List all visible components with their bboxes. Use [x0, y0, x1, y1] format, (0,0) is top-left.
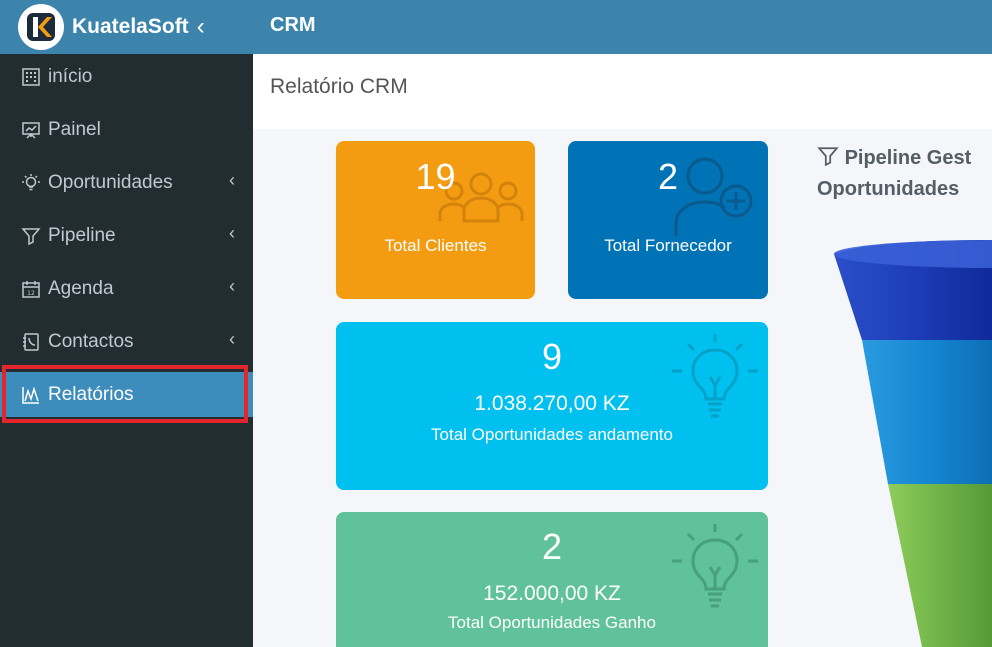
brand[interactable]: KuatelaSoft ‹ [0, 0, 253, 54]
brand-name: KuatelaSoft [72, 15, 189, 38]
card-amount: 1.038.270,00 KZ [474, 392, 630, 415]
top-header: KuatelaSoft ‹ CRM [0, 0, 992, 54]
module-title: CRM [270, 14, 316, 36]
funnel-icon [817, 147, 845, 169]
card-value: 2 [541, 526, 563, 567]
address-book-icon [20, 331, 42, 353]
presentation-icon [20, 119, 42, 141]
sidebar-item-pipeline[interactable]: Pipeline ‹ [0, 213, 253, 258]
sidebar-item-label: início [48, 65, 93, 87]
funnel-segment-3 [888, 484, 992, 647]
card-value: 19 [415, 156, 456, 197]
kuatela-logo-icon [27, 13, 55, 41]
card-label: Total Fornecedor [604, 236, 732, 255]
sidebar-item-label: Relatórios [48, 383, 134, 405]
card-oportunidades-ganho[interactable]: 2 152.000,00 KZ Total Oportunidades Ganh… [336, 512, 768, 647]
funnel-segment-2 [862, 340, 992, 484]
sidebar-item-agenda[interactable]: 12 Agenda ‹ [0, 266, 253, 311]
card-value: 9 [541, 336, 563, 377]
card-label: Total Oportunidades andamento [431, 425, 673, 444]
sidebar-item-label: Pipeline [48, 224, 116, 246]
funnel-icon [20, 225, 42, 247]
lightbulb-icon [20, 172, 42, 194]
content-header: Relatório CRM [253, 54, 992, 129]
sidebar-item-label: Oportunidades [48, 171, 173, 193]
card-total-fornecedor[interactable]: 2 Total Fornecedor [568, 141, 768, 299]
chevron-left-icon: ‹ [229, 329, 235, 349]
pipeline-title: Pipeline Gest Oportunidades [817, 143, 992, 205]
card-oportunidades-andamento[interactable]: 9 1.038.270,00 KZ Total Oportunidades an… [336, 322, 768, 490]
page-title: Relatório CRM [270, 75, 408, 98]
sidebar: início Painel Oportunidades ‹ Pipeline ‹… [0, 54, 253, 647]
chevron-left-icon: ‹ [229, 223, 235, 243]
card-total-clientes[interactable]: 19 Total Clientes [336, 141, 535, 299]
sidebar-item-painel[interactable]: Painel [0, 107, 253, 152]
building-icon [20, 66, 42, 88]
chevron-left-icon: ‹ [229, 170, 235, 190]
card-value: 2 [657, 156, 679, 197]
sidebar-item-label: Painel [48, 118, 101, 140]
card-label: Total Clientes [384, 236, 487, 255]
pipeline-funnel-chart [834, 240, 992, 647]
pipeline-title-line1: Pipeline Gest [844, 147, 972, 169]
sidebar-item-contactos[interactable]: Contactos ‹ [0, 319, 253, 364]
sidebar-item-label: Agenda [48, 277, 114, 299]
sidebar-item-oportunidades[interactable]: Oportunidades ‹ [0, 160, 253, 205]
card-amount: 152.000,00 KZ [483, 582, 621, 605]
sidebar-item-label: Contactos [48, 330, 134, 352]
svg-text:12: 12 [27, 290, 35, 297]
chevron-left-icon: ‹ [229, 276, 235, 296]
sidebar-item-relatorios[interactable]: Relatórios [0, 372, 253, 417]
calendar-icon: 12 [20, 278, 42, 300]
card-label: Total Oportunidades Ganho [448, 613, 656, 632]
sidebar-item-inicio[interactable]: início [0, 54, 253, 99]
brand-logo [18, 4, 64, 50]
sidebar-toggle-chevron-left-icon[interactable]: ‹ [197, 15, 205, 39]
chart-icon [20, 384, 42, 406]
pipeline-title-line2: Oportunidades [817, 178, 960, 200]
